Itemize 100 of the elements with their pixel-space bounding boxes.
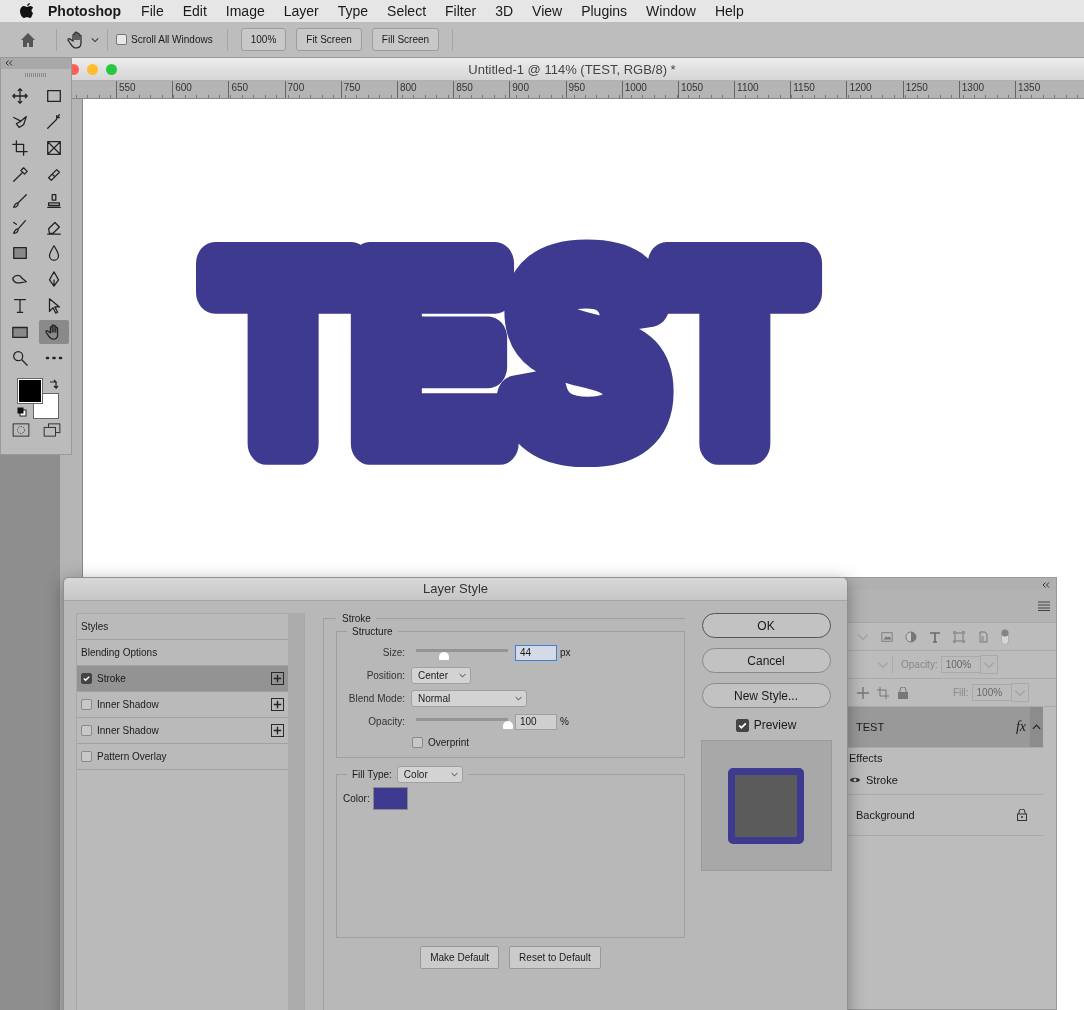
eye-icon[interactable]: [849, 776, 861, 784]
move-icon: [11, 87, 29, 106]
scrollbar[interactable]: [288, 614, 304, 1010]
caret-icon: [450, 772, 458, 777]
ruler-label: 850: [453, 81, 510, 98]
checkbox[interactable]: [735, 718, 749, 732]
menu-item[interactable]: Select: [387, 3, 427, 19]
layer-name: Background: [856, 809, 916, 821]
dialog-button[interactable]: Cancel: [701, 648, 831, 673]
menu-item[interactable]: Window: [646, 3, 696, 19]
position-dropdown[interactable]: Center: [411, 667, 471, 684]
ruler-label: 1250: [902, 81, 959, 98]
window-title: Untitled-1 @ 114% (TEST, RGB/8) *: [468, 61, 676, 77]
menu-item[interactable]: Image: [225, 3, 265, 19]
unit-label: px: [560, 647, 571, 658]
type-icon[interactable]: [929, 630, 941, 643]
menu-item[interactable]: Help: [714, 3, 744, 19]
swap-icon[interactable]: [49, 379, 59, 390]
ruler-label: 800: [396, 81, 454, 98]
dialog-button[interactable]: New Style...: [701, 683, 831, 708]
ruler-label: 900: [509, 81, 566, 98]
ruler-label: 750: [340, 81, 397, 98]
menu-icon[interactable]: [1038, 601, 1050, 611]
dialog-button[interactable]: OK: [701, 613, 831, 638]
style-label: Blending Options: [81, 647, 159, 658]
search-icon: [11, 348, 29, 367]
checkbox[interactable]: [81, 673, 92, 684]
menu-item[interactable]: Edit: [182, 3, 207, 19]
style-label: Inner Shadow: [97, 699, 160, 710]
menu-item[interactable]: 3D: [495, 3, 514, 19]
style-item[interactable]: Inner Shadow: [77, 692, 288, 718]
fill-type-dropdown[interactable]: Color: [396, 766, 463, 783]
dialog-button[interactable]: Reset to Default: [509, 946, 601, 969]
style-item[interactable]: Stroke: [77, 666, 288, 692]
slider-thumb[interactable]: [438, 652, 449, 660]
menu-item[interactable]: Plugins: [581, 3, 628, 19]
caret-icon[interactable]: [91, 36, 99, 43]
ruler-label: 1200: [846, 81, 903, 98]
menu-item[interactable]: Type: [337, 3, 369, 19]
style-label: Styles: [81, 621, 110, 632]
section-title: Stroke: [341, 613, 372, 624]
menu-item[interactable]: View: [532, 3, 563, 19]
default-colors-icon[interactable]: [17, 407, 27, 418]
color-swatch[interactable]: [372, 787, 408, 810]
eyedropper-icon: [11, 165, 29, 184]
checkbox[interactable]: [81, 699, 92, 710]
checkbox[interactable]: [116, 34, 127, 45]
color-label: Color:: [343, 793, 370, 804]
ruler-label: 1300: [958, 81, 1015, 98]
toolbar-button[interactable]: Fill Screen: [371, 28, 440, 51]
effect-name: Stroke: [866, 774, 898, 786]
menu-item[interactable]: File: [141, 3, 164, 19]
screen-mode-icon[interactable]: [42, 423, 61, 438]
caret-icon: [459, 673, 466, 678]
blend-mode-label: Blend Mode:: [347, 693, 405, 704]
toolbar-button[interactable]: Fit Screen: [296, 28, 362, 51]
fill-type-label: Fill Type:: [352, 769, 392, 780]
history-brush-icon: [11, 218, 29, 237]
style-label: Pattern Overlay: [97, 751, 168, 762]
style-item[interactable]: Inner Shadow: [77, 718, 288, 744]
opacity-field[interactable]: 100: [515, 713, 557, 730]
foreground-swatch[interactable]: [18, 379, 42, 404]
size-field[interactable]: 44: [515, 644, 557, 661]
more-icon: [45, 355, 63, 360]
add-icon[interactable]: [271, 698, 284, 711]
style-item[interactable]: Pattern Overlay: [77, 744, 288, 770]
group-title: Structure: [351, 626, 394, 637]
home-icon[interactable]: [20, 31, 36, 48]
style-label: Stroke: [97, 673, 127, 684]
quick-mask-icon[interactable]: [11, 423, 30, 438]
collapse-icon[interactable]: [1042, 582, 1050, 588]
stamp-icon: [45, 191, 63, 210]
size-label: Size:: [381, 647, 405, 658]
checkbox-label: Preview: [753, 718, 797, 732]
toggle-icon[interactable]: [1001, 628, 1009, 645]
checkbox[interactable]: [81, 751, 92, 762]
checkbox[interactable]: [412, 736, 423, 748]
slider-thumb[interactable]: [503, 721, 513, 729]
toolbar-button[interactable]: 100%: [240, 28, 287, 51]
menu-item[interactable]: Layer: [283, 3, 319, 19]
effects-label: Effects: [849, 752, 884, 766]
caret-icon: [515, 696, 522, 701]
opacity-label: Opacity:: [367, 716, 405, 727]
type-icon: [11, 296, 29, 315]
menu-item[interactable]: Photoshop: [48, 3, 122, 19]
blend-mode-dropdown[interactable]: Normal: [411, 690, 527, 707]
checkbox[interactable]: [81, 725, 92, 736]
tool-button[interactable]: [39, 319, 69, 344]
apple-icon[interactable]: [20, 3, 34, 19]
dialog-button[interactable]: Make Default: [420, 946, 500, 969]
ruler-label: 550: [116, 81, 173, 98]
half-circle-icon[interactable]: [905, 630, 917, 643]
ruler-label: 1150: [790, 81, 847, 98]
menu-item[interactable]: Filter: [445, 3, 477, 19]
add-icon[interactable]: [271, 672, 284, 685]
add-icon[interactable]: [271, 724, 284, 737]
brush-icon: [11, 191, 29, 210]
collapse-icon[interactable]: [5, 60, 13, 66]
ruler-label: 1050: [677, 81, 735, 98]
ruler-label: 1000: [621, 81, 678, 98]
